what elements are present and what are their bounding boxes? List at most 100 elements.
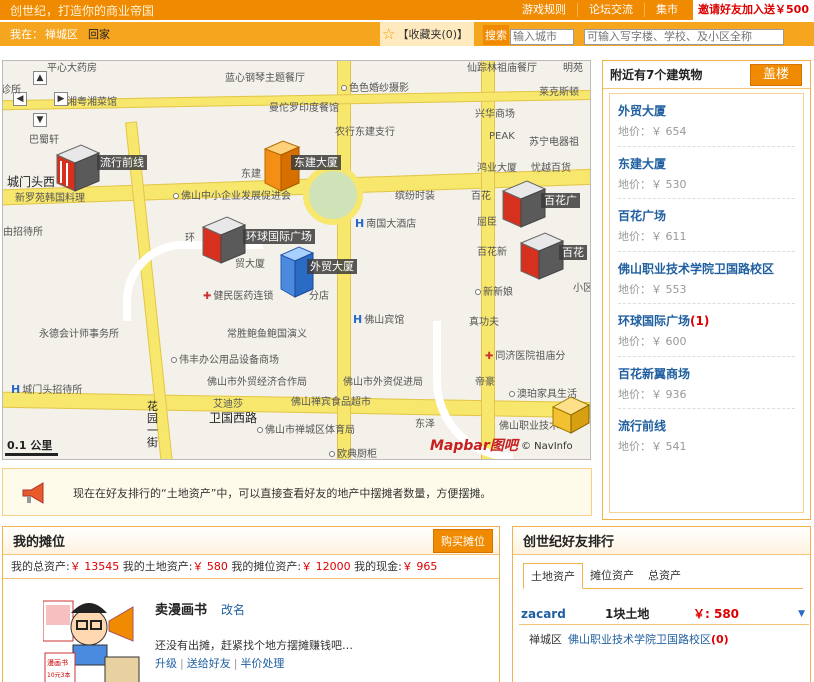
map-road-label: 花园一街 [147,400,158,449]
ranking-detail: 禅城区 佛山职业技术学院卫国路校区(0) [529,631,729,647]
building-label-liuxing[interactable]: 流行前线 [97,155,147,170]
pan-right-button[interactable]: ▶ [54,92,68,106]
ranking-user[interactable]: zacard [519,607,605,621]
school-building-icon[interactable] [551,391,591,435]
map-place: 色色婚纱摄影 [341,79,409,94]
map-place: 平心大药房 [47,63,97,74]
tab-total-assets[interactable]: 总资产 [641,563,688,588]
nearby-item[interactable]: 百花新翼商场 地价：￥ 936 [618,357,795,409]
nearby-item-name[interactable]: 外贸大厦 [618,102,795,119]
map-place: 鸿业大厦 [477,163,517,174]
map-place: 帝豪 [475,377,495,388]
building-label-dongjian[interactable]: 东建大厦 [291,155,341,170]
map-place: 农行东建支行 [335,127,395,138]
nearby-item-price: 地价：￥ 600 [618,335,687,348]
nearby-item-price: 地价：￥ 541 [618,440,687,453]
upgrade-link[interactable]: 升级 [155,657,177,670]
nearby-item[interactable]: 环球国际广场(1) 地价：￥ 600 [618,304,795,357]
half-price-sell-link[interactable]: 半价处理 [240,657,284,670]
build-button[interactable]: 盖楼 [750,63,802,86]
buy-stall-button[interactable]: 购买摊位 [433,528,493,553]
favorites-button[interactable]: ☆ 【收藏夹(0)】 [380,22,475,46]
building-label-huanqiu[interactable]: 环球国际广场 [243,229,315,244]
nearby-item-name[interactable]: 佛山职业技术学院卫国路校区 [618,260,795,277]
nav-forum[interactable]: 论坛交流 [577,3,644,17]
building-label-waimao[interactable]: 外贸大厦 [307,259,357,274]
map-place: 曼佗罗印度餐馆 [269,103,339,114]
pan-up-button[interactable]: ▲ [33,71,47,85]
ranking-tabs: 土地资产 摊位资产 总资产 [523,563,803,589]
mapbar-logo: Mapbar图吧 [430,438,518,454]
building-icon[interactable] [199,213,247,265]
building-icon[interactable] [517,229,565,281]
building-icon[interactable] [499,177,547,229]
map-place: 蓝心钢琴主题餐厅 [225,73,305,84]
map-place: 佛山职业技术 [499,421,559,432]
nearby-item[interactable]: 百花广场 地价：￥ 611 [618,199,795,252]
ranking-row[interactable]: zacard 1块土地 ￥: 580 ▼ [519,603,809,625]
location-label: 我在： [10,28,43,41]
city-input[interactable] [510,29,574,45]
top-bar: 创世纪，打造你的商业帝国 游戏规则 论坛交流 集市 邀请好友加入送￥500 [0,0,814,20]
nav-market[interactable]: 集市 [644,3,689,17]
expand-arrow-icon[interactable]: ▼ [798,609,809,619]
location-value: 禅城区 [45,28,78,41]
comic-vendor-image: 漫画书 10元3本 [43,600,140,682]
location-bar: 我在： 禅城区 回家 ☆ 【收藏夹(0)】 搜索 [0,22,814,46]
map[interactable]: ▲ ◀ ▶ ▼ 平心大药房 诊所 湘粤湘菜馆 巴蜀轩 城门头西 新罗苑韩国料理 … [2,60,591,460]
nearby-buildings-panel: 附近有7个建筑物 盖楼 外贸大厦 地价：￥ 654 东建大厦 地价：￥ 530 … [602,60,811,520]
map-place: 佛山市外贸经济合作局 [207,377,307,388]
ranking-building-link[interactable]: 佛山职业技术学院卫国路校区 [568,633,711,646]
map-place: 永德会计师事务所 [39,329,119,340]
nearby-item-name[interactable]: 百花广场 [618,207,795,224]
map-place: PEAK [489,131,515,142]
nearby-item-name[interactable]: 流行前线 [618,417,795,434]
nearby-item-name[interactable]: 环球国际广场(1) [618,312,795,329]
home-link[interactable]: 回家 [88,26,110,42]
map-place: 常胜鲍鱼鲍国演义 [227,329,307,340]
map-place: 缤纷时装 [395,191,435,202]
map-place: H 南国大酒店 [355,217,417,230]
map-place: 湘粤湘菜馆 [67,97,117,108]
map-place: H 城门头招待所 [11,383,83,396]
map-place: 东建 [241,169,261,180]
invite-friends-link[interactable]: 邀请好友加入送￥500 [693,0,814,20]
map-place: 环 [185,233,195,244]
rename-link[interactable]: 改名 [221,601,245,618]
nearby-item-name[interactable]: 东建大厦 [618,155,795,172]
friend-ranking-header: 创世纪好友排行 [513,527,810,555]
building-icon[interactable] [53,141,101,193]
nearby-item[interactable]: 外贸大厦 地价：￥ 654 [618,94,795,147]
asset-summary: 我的总资产:￥ 13545 我的土地资产:￥ 580 我的摊位资产:￥ 1200… [3,555,499,579]
map-place: 百花新 [477,247,507,258]
stall-name: 卖漫画书 [155,603,208,618]
building-label-baihua-plaza[interactable]: 百花广 [541,193,580,208]
map-place: 忧越百货 [531,163,571,174]
tab-land-assets[interactable]: 土地资产 [523,563,583,589]
nearby-item[interactable]: 佛山职业技术学院卫国路校区 地价：￥ 553 [618,252,795,304]
comic-sign-price: 10元3本 [47,671,70,679]
nearby-item[interactable]: 东建大厦 地价：￥ 530 [618,147,795,199]
gift-to-friend-link[interactable]: 送给好友 [187,657,231,670]
tab-stall-assets[interactable]: 摊位资产 [583,563,641,588]
favorites-label: 【收藏夹(0)】 [397,28,469,41]
map-place: 兴华商场 [475,109,515,120]
pan-down-button[interactable]: ▼ [33,113,47,127]
map-place: 诊所 [2,85,21,96]
place-search-input[interactable] [584,29,784,45]
map-place: ✚ 同济医院祖庙分 [485,351,566,362]
megaphone-icon [22,482,44,504]
stall-empty-text: 还没有出摊，赶紧找个地方摆摊赚钱吧… [155,639,353,652]
nearby-item-name[interactable]: 百花新翼商场 [618,365,795,382]
slogan: 创世纪，打造你的商业帝国 [10,3,155,18]
land-assets-value: ￥ 580 [192,560,228,573]
cash-value: ￥ 965 [401,560,438,573]
nearby-item-price: 地价：￥ 530 [618,177,687,191]
nearby-item[interactable]: 流行前线 地价：￥ 541 [618,409,795,462]
map-place: 莱克斯顿 [539,87,579,98]
star-icon: ☆ [382,25,396,43]
building-label-baihua[interactable]: 百花 [559,245,587,260]
cash-label: 我的现金: [350,560,402,573]
nav-game-rules[interactable]: 游戏规则 [511,3,577,17]
map-place: 伟丰办公用品设备商场 [171,351,279,366]
